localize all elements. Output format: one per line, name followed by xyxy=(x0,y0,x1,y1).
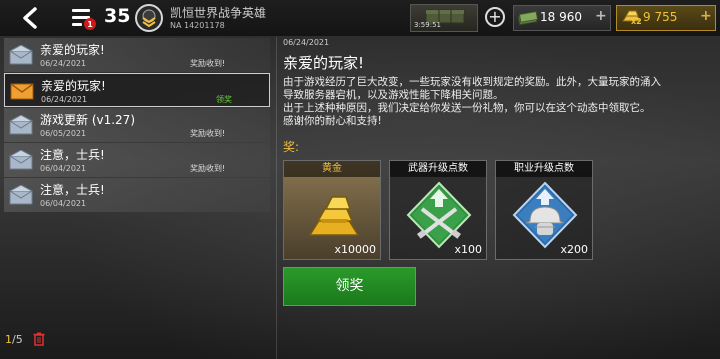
detail-body: 由于游戏经历了巨大改变，一些玩家没有收到规定的奖励。此外，大量玩家的涌入 导致服… xyxy=(283,76,713,128)
player-level: 35 xyxy=(104,5,131,27)
top-bar: 1 35 凯恒世界战争英雄 NA 14201178 3:59:51 + 18 9… xyxy=(0,0,720,36)
cash-amount: 18 960 xyxy=(540,10,582,24)
message-title: 亲爱的玩家! xyxy=(41,79,106,93)
message-item[interactable]: 注意，士兵! 06/04/2021 奖励收到! xyxy=(4,143,270,177)
trash-icon[interactable] xyxy=(33,332,45,346)
message-item[interactable]: 注意，士兵! 06/04/2021 xyxy=(4,178,270,212)
detail-title: 亲爱的玩家! xyxy=(283,54,365,72)
message-list: 亲爱的玩家! 06/24/2021 奖励收到! 亲爱的玩家! 06/24/202… xyxy=(0,37,272,217)
reward-quantity: x10000 xyxy=(334,243,376,256)
message-item[interactable]: 亲爱的玩家! 06/24/2021 奖励收到! xyxy=(4,38,270,72)
current-page: 1 xyxy=(5,333,12,346)
envelope-open-icon xyxy=(9,185,33,205)
class-upgrade-icon xyxy=(512,181,578,249)
message-item-selected[interactable]: 亲爱的玩家! 06/24/2021 领奖 xyxy=(4,73,270,107)
add-gold-button[interactable]: + xyxy=(700,8,712,24)
rewards-label: 奖: xyxy=(283,140,300,154)
gold-multiplier: x2 xyxy=(631,17,642,26)
message-title: 亲爱的玩家! xyxy=(40,43,105,57)
reward-card-weapon-points: 武器升级点数 x100 xyxy=(389,160,487,260)
notification-badge: 1 xyxy=(84,18,96,30)
cash-stack-icon xyxy=(518,11,538,25)
back-arrow-icon xyxy=(23,7,37,29)
panel-divider xyxy=(276,37,277,359)
reward-name: 职业升级点数 xyxy=(496,161,592,177)
reward-name: 武器升级点数 xyxy=(390,161,486,177)
detail-body-line: 导致服务器宕机，以及游戏性能下降相关问题。 xyxy=(283,89,504,101)
message-status-claim: 领奖 xyxy=(216,95,232,104)
gold-amount: 9 755 xyxy=(643,10,678,24)
reward-card-gold: 黄金 x10000 xyxy=(283,160,381,260)
message-title: 游戏更新 (v1.27) xyxy=(40,113,135,127)
crate-timer: 3:59:51 xyxy=(414,21,441,29)
message-status: 奖励收到! xyxy=(190,164,226,173)
back-button[interactable] xyxy=(6,3,54,33)
weapon-upgrade-icon xyxy=(406,181,472,249)
detail-date: 06/24/2021 xyxy=(283,38,330,47)
claim-reward-button[interactable]: 领奖 xyxy=(283,267,416,306)
message-status: 奖励收到! xyxy=(190,59,226,68)
add-button[interactable]: + xyxy=(485,7,505,27)
total-pages: /5 xyxy=(12,333,23,346)
reward-quantity: x100 xyxy=(454,243,482,256)
message-date: 06/04/2021 xyxy=(40,199,87,208)
detail-body-line: 由于游戏经历了巨大改变，一些玩家没有收到规定的奖励。此外，大量玩家的涌入 xyxy=(283,76,661,88)
envelope-closed-icon xyxy=(10,83,34,100)
reward-quantity: x200 xyxy=(560,243,588,256)
gold-bars-icon xyxy=(308,196,360,236)
message-date: 06/24/2021 xyxy=(40,59,87,68)
player-id: NA 14201178 xyxy=(170,21,225,30)
menu-icon-line xyxy=(72,9,90,12)
detail-body-line: 出于上述种种原因，我们决定给你发送一份礼物，你可以在这个动态中领取它。 xyxy=(283,102,651,114)
envelope-open-icon xyxy=(9,150,33,170)
reward-name: 黄金 xyxy=(284,161,380,177)
player-name[interactable]: 凯恒世界战争英雄 xyxy=(170,4,266,21)
message-status: 奖励收到! xyxy=(190,129,226,138)
menu-button[interactable]: 1 xyxy=(70,6,96,30)
pagination: 1/5 xyxy=(5,333,23,346)
message-date: 06/24/2021 xyxy=(41,95,88,104)
envelope-open-icon xyxy=(9,45,33,65)
message-date: 06/05/2021 xyxy=(40,129,87,138)
message-title: 注意，士兵! xyxy=(40,183,105,197)
menu-icon-line xyxy=(72,23,82,26)
detail-body-line: 感谢你的耐心和支持! xyxy=(283,115,382,127)
reward-card-class-points: 职业升级点数 x200 xyxy=(495,160,593,260)
rank-insignia-icon[interactable] xyxy=(134,3,164,33)
message-item[interactable]: 游戏更新 (v1.27) 06/05/2021 奖励收到! xyxy=(4,108,270,142)
message-date: 06/04/2021 xyxy=(40,164,87,173)
envelope-open-icon xyxy=(9,115,33,135)
message-title: 注意，士兵! xyxy=(40,148,105,162)
add-cash-button[interactable]: + xyxy=(595,8,607,24)
